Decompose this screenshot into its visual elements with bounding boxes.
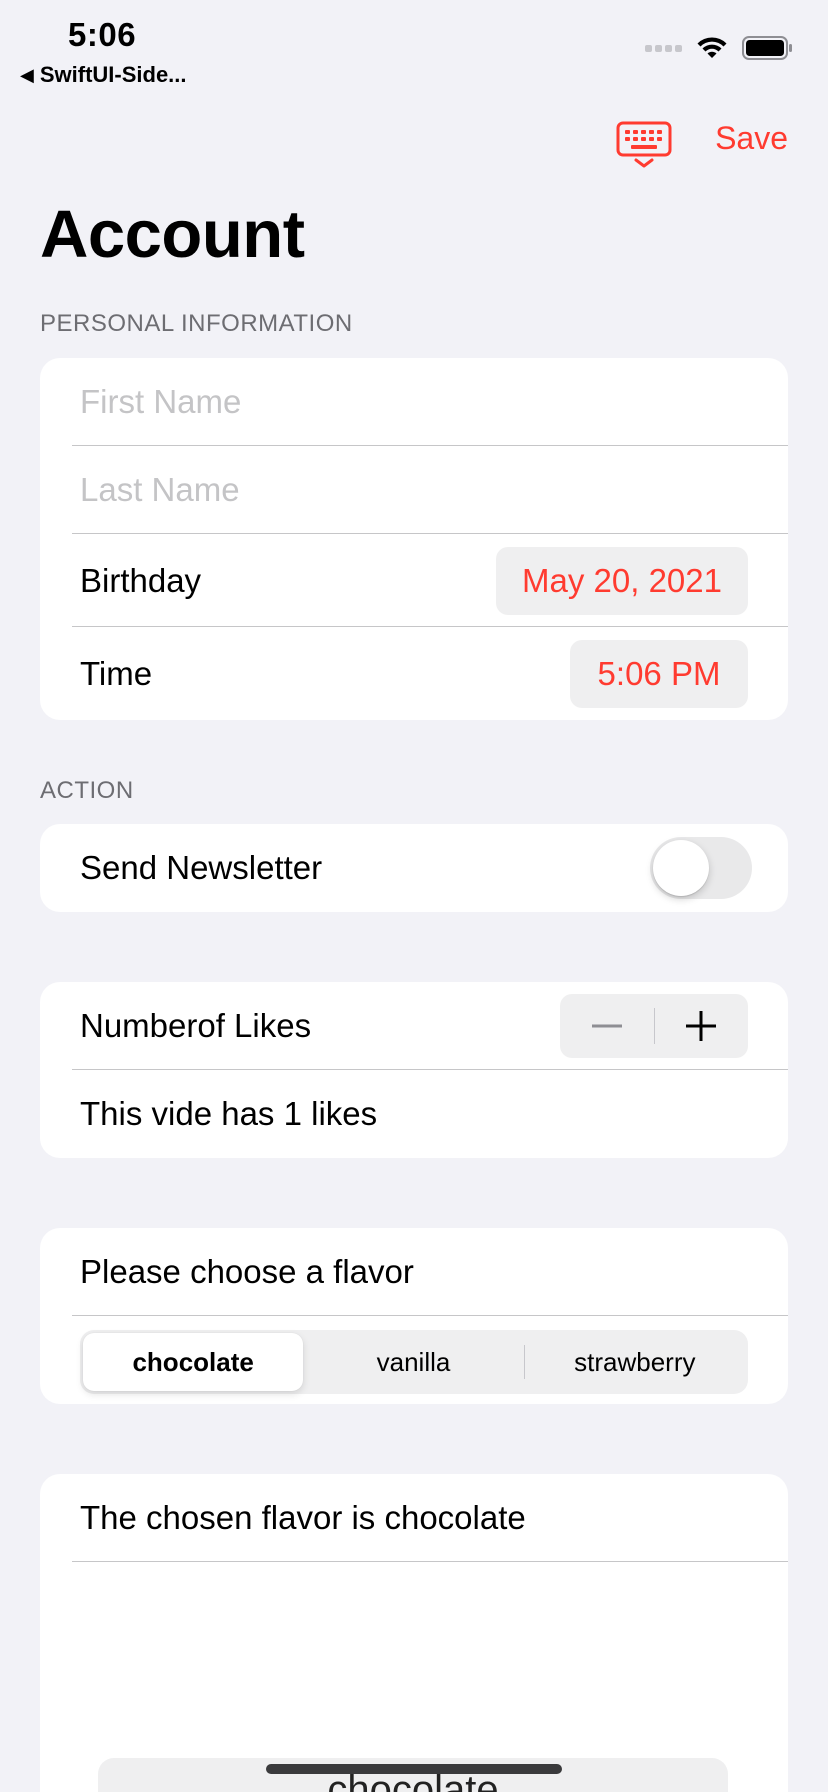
- likes-label: Numberof Likes: [80, 1007, 312, 1044]
- time-row: Time 5:06 PM: [40, 627, 788, 720]
- keyboard-dismiss-button[interactable]: [616, 120, 672, 170]
- section-header-action: ACTION: [40, 777, 134, 804]
- action-card: Send Newsletter: [40, 824, 788, 912]
- minus-icon: [591, 1024, 622, 1028]
- toggle-knob: [653, 840, 709, 896]
- time-label: Time: [80, 654, 153, 692]
- wifi-icon: [696, 36, 728, 60]
- status-time: 5:06: [68, 16, 137, 53]
- flavor-segmented-control[interactable]: chocolate vanilla strawberry: [80, 1330, 748, 1394]
- status-indicators: [645, 36, 794, 60]
- likes-summary-text: This vide has 1 likes: [80, 1095, 378, 1132]
- battery-icon: [742, 36, 794, 60]
- decrement-button[interactable]: [560, 994, 654, 1058]
- first-name-field[interactable]: First Name: [40, 358, 788, 446]
- birthday-date-picker[interactable]: May 20, 2021: [496, 546, 748, 615]
- increment-button[interactable]: [655, 994, 749, 1058]
- personal-information-card: First Name Last Name Birthday May 20, 20…: [40, 358, 788, 720]
- home-indicator[interactable]: [266, 1764, 562, 1774]
- section-header-personal-information: PERSONAL INFORMATION: [40, 310, 353, 337]
- back-triangle-icon: ◀: [20, 64, 34, 85]
- segment-strawberry[interactable]: strawberry: [525, 1333, 745, 1391]
- back-app-label: SwiftUI-Side...: [39, 62, 187, 87]
- chosen-flavor-row: The chosen flavor is chocolate: [40, 1474, 788, 1562]
- last-name-field[interactable]: Last Name: [40, 446, 788, 534]
- chosen-flavor-text: The chosen flavor is chocolate: [80, 1499, 526, 1536]
- first-name-placeholder: First Name: [80, 383, 242, 420]
- back-to-app-link[interactable]: ◀ SwiftUI-Side...: [20, 62, 187, 88]
- newsletter-label: Send Newsletter: [80, 849, 323, 886]
- segment-vanilla[interactable]: vanilla: [303, 1333, 523, 1391]
- flavor-card: Please choose a flavor chocolate vanilla…: [40, 1228, 788, 1404]
- chosen-flavor-card: The chosen flavor is chocolate chocolate: [40, 1474, 788, 1792]
- birthday-row: Birthday May 20, 2021: [40, 534, 788, 627]
- save-button[interactable]: Save: [715, 120, 788, 157]
- flavor-prompt: Please choose a flavor: [80, 1253, 414, 1290]
- flavor-prompt-row: Please choose a flavor: [40, 1228, 788, 1316]
- likes-stepper[interactable]: [560, 994, 748, 1058]
- likes-card: Numberof Likes This vide has 1 likes: [40, 982, 788, 1158]
- screen: 5:06 ◀ SwiftUI-Side... Save Account PERS…: [0, 0, 828, 1792]
- plus-icon: [686, 1011, 717, 1041]
- segment-chocolate[interactable]: chocolate: [83, 1333, 304, 1391]
- newsletter-toggle[interactable]: [650, 837, 752, 899]
- page-title: Account: [40, 197, 305, 272]
- time-picker[interactable]: 5:06 PM: [570, 639, 748, 708]
- likes-row: Numberof Likes: [40, 982, 788, 1070]
- cellular-signal-icon: [645, 44, 682, 52]
- birthday-label: Birthday: [80, 561, 202, 599]
- keyboard-icon: [616, 121, 672, 168]
- last-name-placeholder: Last Name: [80, 471, 240, 508]
- newsletter-row: Send Newsletter: [40, 824, 788, 912]
- likes-summary-row: This vide has 1 likes: [40, 1070, 788, 1158]
